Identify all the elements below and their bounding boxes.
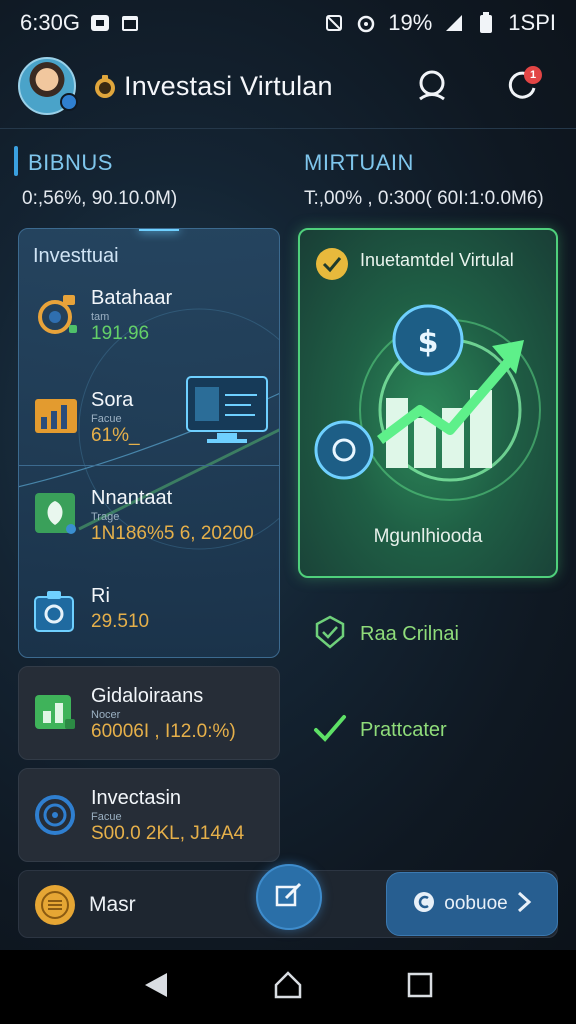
- investment-sub: Trage: [91, 511, 120, 523]
- header-divider: [0, 128, 576, 129]
- panel-separator: [19, 465, 279, 466]
- summary-right-value: T:,00% , 0:300( 60I:1:0.0M6): [304, 188, 544, 209]
- search-icon: [412, 66, 452, 111]
- media-icon: [90, 13, 110, 33]
- avatar-badge: [60, 93, 78, 111]
- investment-value: 61%_: [91, 425, 140, 446]
- status-right-time: 1SPI: [508, 10, 556, 35]
- investment-name: Invectasin: [91, 787, 182, 809]
- checkmark-icon: [312, 710, 348, 751]
- investment-name: Gidaloiraans: [91, 685, 204, 707]
- investment-item: Gidaloiraans Nocer 60006I , I12.0:%): [33, 685, 273, 755]
- investment-value: S00.0 2KL, J14A4: [91, 823, 245, 844]
- investment-name: Sora: [91, 389, 134, 411]
- investment-value: 60006I , I12.0:%): [91, 721, 236, 742]
- summary-left-title: BIBNUS: [28, 150, 113, 175]
- investment-panel-title: Investtuai: [33, 245, 119, 267]
- investment-card[interactable]: Invectasin Facue S00.0 2KL, J14A4: [18, 768, 280, 862]
- investment-sub: Facue: [91, 811, 122, 823]
- check-outline-icon: [312, 614, 348, 655]
- notification-badge: 1: [524, 66, 542, 84]
- app-title: Investasi Virtulan: [124, 70, 333, 101]
- investment-name: Nnantaat: [91, 487, 173, 509]
- virtual-investment-card[interactable]: Inuetamtdel Virtulal $ Mgunlhiooda: [298, 228, 558, 578]
- summary-left-value: 0:,56%, 90.10.0M): [22, 188, 178, 209]
- investment-item: Invectasin Facue S00.0 2KL, J14A4: [33, 787, 273, 857]
- svg-text:$: $: [418, 325, 439, 360]
- mute-icon: [324, 13, 344, 33]
- gear-timer-icon: [33, 291, 79, 337]
- notifications-button[interactable]: 1: [500, 64, 544, 108]
- briefcase-icon: [33, 589, 79, 635]
- status-bar: 6:30G 19% 1SPI: [0, 0, 576, 46]
- check-item[interactable]: Raa Crilnai: [312, 614, 459, 654]
- virtual-card-caption: Mgunlhiooda: [373, 526, 483, 547]
- back-triangle-icon: [143, 971, 169, 1004]
- edit-icon: [274, 880, 304, 915]
- avatar[interactable]: [18, 57, 78, 115]
- signal-icon: [444, 13, 464, 33]
- investment-value: 1N186%5 6, 20200: [91, 523, 254, 544]
- circle-c-icon: [412, 890, 436, 919]
- recents-button[interactable]: [398, 965, 442, 1009]
- ring-icon: [33, 791, 79, 837]
- investment-name: Batahaar: [91, 287, 173, 309]
- chevron-right-icon: [516, 890, 532, 919]
- app-header: Investasi Virtulan: [18, 54, 558, 118]
- shield-leaf-icon: [33, 491, 79, 537]
- investment-sub: Facue: [91, 413, 122, 425]
- coin-icon: [33, 883, 77, 927]
- battery-percent: 19%: [388, 10, 433, 35]
- investment-value: 29.510: [91, 611, 150, 632]
- calendar-icon: [120, 13, 140, 33]
- system-nav-bar: [0, 950, 576, 1024]
- search-button[interactable]: [410, 66, 454, 110]
- investment-sub: Nocer: [91, 709, 121, 721]
- growth-chart-illustration: $: [314, 304, 541, 501]
- virtual-card-title: Inuetamtdel Virtulal: [360, 250, 514, 270]
- check-label: Raa Crilnai: [360, 622, 459, 645]
- app-screen: 6:30G 19% 1SPI Investasi Virtulan 1 BIBN…: [0, 0, 576, 950]
- alarm-icon: [356, 13, 376, 33]
- continue-button-label: oobuoe: [444, 893, 508, 914]
- investment-card[interactable]: Gidaloiraans Nocer 60006I , I12.0:%): [18, 666, 280, 760]
- monitor-icon: [183, 373, 271, 449]
- investment-sub: tam: [91, 311, 110, 323]
- check-item[interactable]: Prattcater: [312, 710, 447, 750]
- coin-check-icon: [314, 246, 350, 282]
- green-chart-icon: [33, 689, 79, 735]
- investment-name: Ri: [91, 585, 110, 607]
- home-button[interactable]: [266, 965, 310, 1009]
- bar-chart-icon: [33, 393, 79, 439]
- investment-item[interactable]: Ri 29.510: [33, 585, 273, 655]
- investment-panel: Investtuai Batahaar tam 191.96 Sora Facu…: [18, 228, 280, 658]
- compose-button[interactable]: [256, 864, 322, 930]
- app-logo-icon: [92, 73, 118, 99]
- continue-button[interactable]: oobuoe: [386, 872, 558, 936]
- investment-value: 191.96: [91, 323, 150, 344]
- status-time: 6:30G: [20, 10, 80, 35]
- investment-item[interactable]: Batahaar tam 191.96: [33, 287, 273, 357]
- bottom-bar-label: Masr: [89, 893, 136, 916]
- home-icon: [273, 970, 303, 1005]
- summary-right-title: MIRTUAIN: [304, 150, 414, 175]
- recents-square-icon: [407, 972, 433, 1003]
- investment-item[interactable]: Nnantaat Trage 1N186%5 6, 20200: [33, 487, 273, 557]
- battery-icon: [476, 12, 496, 33]
- summary-accent-bar: [14, 146, 18, 176]
- check-label: Prattcater: [360, 718, 447, 741]
- back-button[interactable]: [134, 965, 178, 1009]
